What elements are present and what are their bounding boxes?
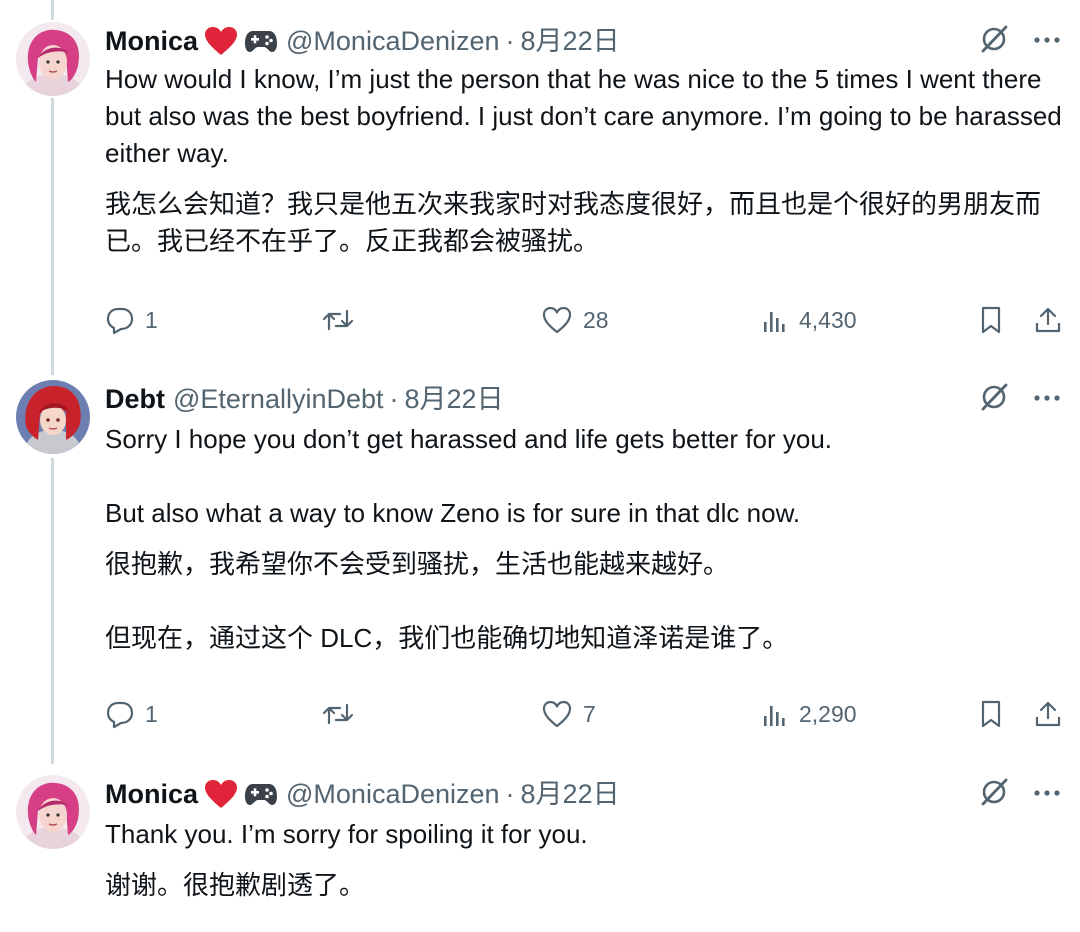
tweet-text: How would I know, I’m just the person th… bbox=[105, 64, 1069, 168]
bookmark-icon bbox=[977, 699, 1005, 729]
like-count: 7 bbox=[583, 700, 596, 727]
grok-slash-icon[interactable] bbox=[978, 776, 1010, 813]
game-controller-icon bbox=[244, 781, 278, 807]
tweet-header: Monica @MonicaDenizen · 8月22日 bbox=[105, 775, 1066, 813]
avatar[interactable] bbox=[16, 22, 90, 96]
tweet[interactable]: Debt @EternallyinDebt · 8月22日 Sorry I ho… bbox=[0, 380, 1080, 740]
separator-dot: · bbox=[505, 779, 515, 809]
game-controller-icon bbox=[244, 28, 278, 54]
avatar[interactable] bbox=[16, 380, 90, 454]
red-heart-icon bbox=[204, 779, 238, 809]
like-icon bbox=[541, 699, 573, 729]
tweet[interactable]: Monica @MonicaDenizen · 8月22日 Thank you.… bbox=[0, 775, 1080, 925]
views-count: 2,290 bbox=[799, 700, 857, 727]
views-count: 4,430 bbox=[799, 306, 857, 333]
reply-icon bbox=[105, 699, 135, 729]
bookmark-icon bbox=[977, 305, 1005, 335]
author-name[interactable]: Monica bbox=[105, 775, 198, 813]
author-handle[interactable]: @EternallyinDebt bbox=[173, 380, 384, 418]
tweet-date[interactable]: 8月22日 bbox=[405, 380, 504, 418]
like-button[interactable]: 28 bbox=[541, 305, 609, 335]
views-button[interactable]: 2,290 bbox=[761, 700, 857, 728]
tweet-actions: 1 28 4,430 bbox=[105, 300, 1066, 340]
more-icon[interactable] bbox=[1032, 785, 1062, 803]
grok-slash-icon[interactable] bbox=[978, 381, 1010, 418]
bookmark-button[interactable] bbox=[977, 699, 1005, 729]
red-heart-icon bbox=[204, 26, 238, 56]
tweet-header: Monica @MonicaDenizen · 8月22日 bbox=[105, 22, 1066, 60]
avatar[interactable] bbox=[16, 775, 90, 849]
like-count: 28 bbox=[583, 306, 609, 333]
tweet-text: Thank you. I’m sorry for spoiling it for… bbox=[105, 819, 588, 849]
views-icon bbox=[761, 700, 789, 728]
reply-count: 1 bbox=[145, 306, 158, 333]
tweet[interactable]: Monica @MonicaDenizen · 8月22日 How would … bbox=[0, 22, 1080, 352]
retweet-icon bbox=[321, 305, 355, 335]
share-icon bbox=[1033, 305, 1063, 335]
tweet-date[interactable]: 8月22日 bbox=[521, 22, 620, 60]
retweet-button[interactable] bbox=[321, 699, 355, 729]
like-button[interactable]: 7 bbox=[541, 699, 596, 729]
retweet-button[interactable] bbox=[321, 305, 355, 335]
tweet-text-translation: 我怎么会知道？我只是他五次来我家时对我态度很好，而且也是个很好的男朋友而已。我已… bbox=[105, 189, 1042, 256]
grok-slash-icon[interactable] bbox=[978, 23, 1010, 60]
reply-button[interactable]: 1 bbox=[105, 305, 158, 335]
separator-dot: · bbox=[505, 26, 515, 56]
reply-icon bbox=[105, 305, 135, 335]
author-name[interactable]: Monica bbox=[105, 22, 198, 60]
author-handle[interactable]: @MonicaDenizen bbox=[286, 775, 500, 813]
reply-button[interactable]: 1 bbox=[105, 699, 158, 729]
more-icon[interactable] bbox=[1032, 390, 1062, 408]
views-icon bbox=[761, 306, 789, 334]
tweet-text-translation: 很抱歉，我希望你不会受到骚扰，生活也能越来越好。 但现在，通过这个 DLC，我们… bbox=[105, 549, 789, 653]
tweet-header: Debt @EternallyinDebt · 8月22日 bbox=[105, 380, 1066, 418]
author-handle[interactable]: @MonicaDenizen bbox=[286, 22, 500, 60]
share-icon bbox=[1033, 699, 1063, 729]
reply-count: 1 bbox=[145, 700, 158, 727]
share-button[interactable] bbox=[1033, 305, 1063, 335]
retweet-icon bbox=[321, 699, 355, 729]
bookmark-button[interactable] bbox=[977, 305, 1005, 335]
separator-dot: · bbox=[389, 384, 399, 414]
tweet-actions: 1 7 2,290 bbox=[105, 694, 1066, 734]
tweet-text-translation: 谢谢。很抱歉剧透了。 bbox=[105, 870, 366, 900]
author-name[interactable]: Debt bbox=[105, 380, 165, 418]
more-icon[interactable] bbox=[1032, 32, 1062, 50]
share-button[interactable] bbox=[1033, 699, 1063, 729]
thread-line bbox=[51, 0, 54, 20]
tweet-date[interactable]: 8月22日 bbox=[521, 775, 620, 813]
like-icon bbox=[541, 305, 573, 335]
tweet-text: Sorry I hope you don’t get harassed and … bbox=[105, 424, 832, 528]
views-button[interactable]: 4,430 bbox=[761, 306, 857, 334]
